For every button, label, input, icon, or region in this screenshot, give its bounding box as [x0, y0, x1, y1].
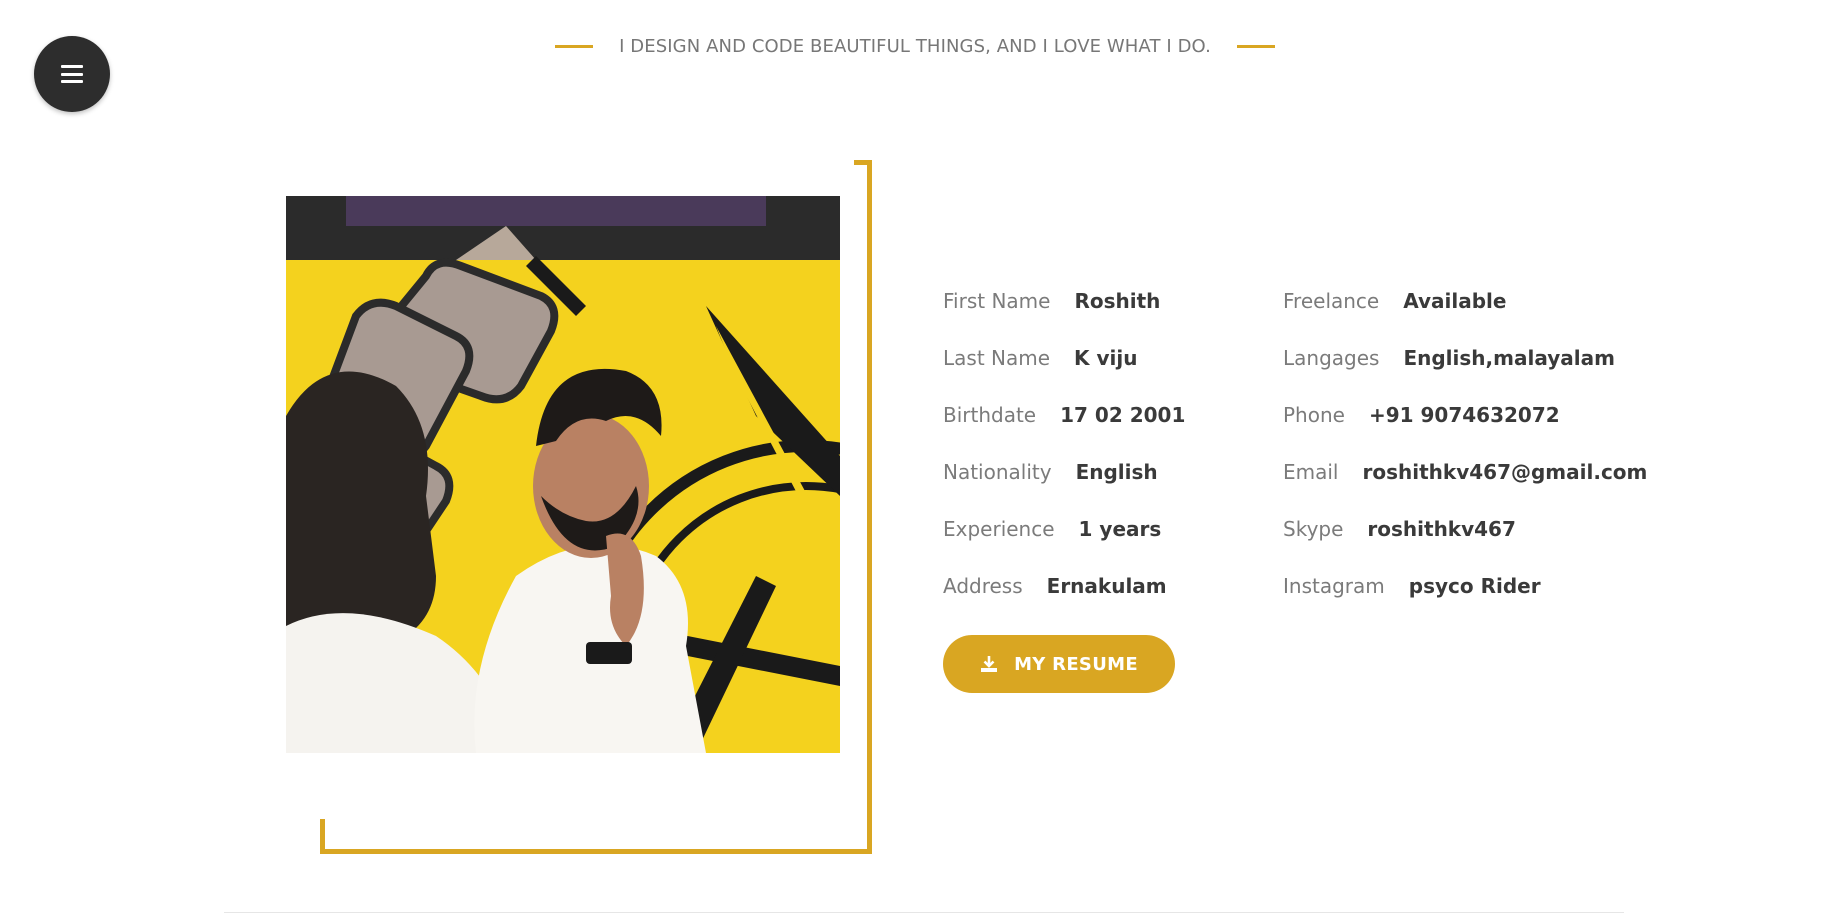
my-resume-button[interactable]: MY RESUME [943, 635, 1175, 693]
download-icon [981, 656, 998, 672]
info-label: Instagram [1283, 573, 1385, 598]
tagline-text: I DESIGN AND CODE BEAUTIFUL THINGS, AND … [619, 36, 1211, 57]
info-email: Email roshithkv467@gmail.com [1283, 443, 1647, 500]
hamburger-icon [61, 65, 83, 83]
info-last-name: Last Name K viju [943, 329, 1137, 386]
info-value: English,malayalam [1403, 345, 1615, 370]
info-value: roshithkv467 [1367, 516, 1516, 541]
info-value: 17 02 2001 [1060, 402, 1186, 427]
tagline: I DESIGN AND CODE BEAUTIFUL THINGS, AND … [0, 36, 1830, 57]
info-value: 1 years [1078, 516, 1162, 541]
info-label: Experience [943, 516, 1055, 541]
info-value: Ernakulam [1046, 573, 1167, 598]
info-label: Email [1283, 459, 1339, 484]
info-value: K viju [1074, 345, 1138, 370]
info-label: Freelance [1283, 288, 1380, 313]
info-label: Last Name [943, 345, 1051, 370]
tagline-line-right [1236, 45, 1275, 48]
info-label: Langages [1283, 345, 1380, 370]
info-nationality: Nationality English [943, 443, 1158, 500]
info-first-name: First Name Roshith [943, 272, 1160, 329]
info-label: Phone [1283, 402, 1345, 427]
info-birthdate: Birthdate 17 02 2001 [943, 386, 1185, 443]
info-label: Nationality [943, 459, 1052, 484]
info-skype: Skype roshithkv467 [1283, 500, 1516, 557]
info-phone: Phone +91 9074632072 [1283, 386, 1560, 443]
info-instagram: Instagram psyco Rider [1283, 557, 1541, 614]
tagline-line-left [555, 45, 594, 48]
info-label: Skype [1283, 516, 1344, 541]
info-value: Roshith [1074, 288, 1161, 313]
info-value: +91 9074632072 [1368, 402, 1560, 427]
profile-photo [286, 196, 840, 753]
info-label: Birthdate [943, 402, 1037, 427]
info-address: Address Ernakulam [943, 557, 1167, 614]
info-experience: Experience 1 years [943, 500, 1161, 557]
my-resume-label: MY RESUME [1014, 653, 1138, 675]
info-value: psyco Rider [1408, 573, 1541, 598]
info-label: Address [943, 573, 1023, 598]
info-languages: Langages English,malayalam [1283, 329, 1615, 386]
info-label: First Name [943, 288, 1051, 313]
info-freelance: Freelance Available [1283, 272, 1506, 329]
info-value: roshithkv467@gmail.com [1362, 459, 1648, 484]
info-value: Available [1403, 288, 1507, 313]
info-value: English [1075, 459, 1158, 484]
